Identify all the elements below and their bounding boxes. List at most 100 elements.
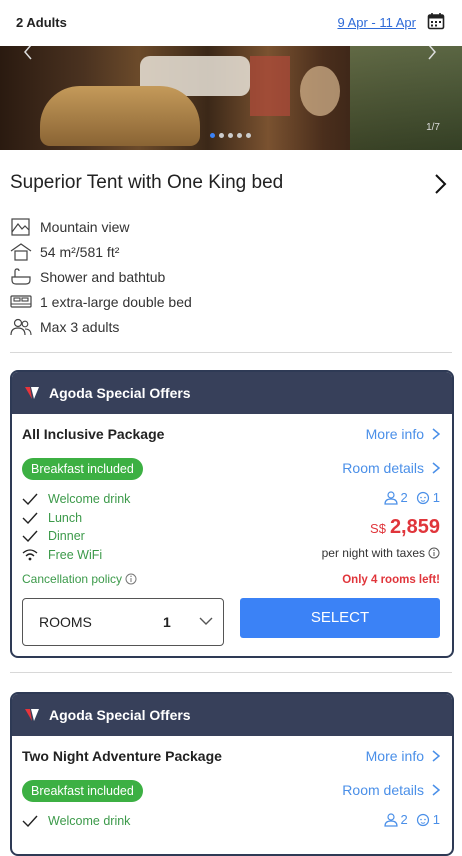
adult-icon [383,812,398,827]
feature-item: 1 extra-large double bed [10,289,192,314]
gallery-next-icon[interactable] [426,46,438,60]
child-icon [416,491,429,504]
gallery-counter: 1/7 [426,122,440,133]
bed-icon [10,294,32,308]
chevron-right-icon [432,750,440,762]
adult-icon [383,490,398,505]
feature-item: Mountain view [10,214,192,239]
chevron-down-icon [199,617,213,625]
house-size-icon [10,242,32,261]
rooms-select[interactable]: ROOMS 1 [22,598,224,646]
top-bar: 2 Adults 9 Apr - 11 Apr [0,0,462,46]
feature-item: 54 m²/581 ft² [10,239,192,264]
gallery-dot[interactable] [237,133,242,138]
feature-item: Max 3 adults [10,314,192,339]
cancellation-policy-link[interactable]: Cancellation policy [22,572,137,586]
select-button[interactable]: SELECT [240,598,440,638]
adults-count: 2 [400,490,408,505]
room-details-link[interactable]: Room details [342,460,440,476]
price-note: per night with taxes [322,546,440,560]
inclusions-list: Welcome drink [22,812,130,831]
feature-item: Shower and bathtub [10,264,192,289]
inclusion-label: Dinner [48,529,85,544]
gallery-dot[interactable] [246,133,251,138]
offer-header-title: Agoda Special Offers [49,385,191,401]
breakfast-badge: Breakfast included [22,458,143,480]
photo-lamp [300,66,340,116]
package-title: Two Night Adventure Package [22,748,222,764]
room-details-link[interactable]: Room details [342,782,440,798]
adults-count: 2 [400,812,408,827]
chevron-right-icon[interactable] [433,172,449,196]
room-title-row[interactable]: Superior Tent with One King bed [0,172,462,198]
check-icon [22,530,38,543]
feature-label: 1 extra-large double bed [40,293,192,310]
breakfast-badge: Breakfast included [22,780,143,802]
inclusion-item: Lunch [22,509,130,528]
feature-label: Max 3 adults [40,318,120,335]
more-info-label: More info [365,426,424,442]
divider [10,352,452,353]
per-night-label: per night with taxes [321,546,425,560]
divider [10,672,452,673]
gallery-dot[interactable] [219,133,224,138]
photo-window [350,46,462,150]
inclusion-item: Welcome drink [22,490,130,509]
agoda-logo-icon [25,709,39,721]
inclusion-label: Free WiFi [48,547,103,562]
calendar-icon[interactable] [427,12,445,30]
guests-label[interactable]: 2 Adults [16,15,67,30]
agoda-logo-icon [25,387,39,399]
rooms-select-value: 1 [163,614,171,630]
room-title: Superior Tent with One King bed [10,172,284,193]
people-icon [10,318,32,335]
gallery-dots [210,133,251,138]
gallery-dot[interactable] [228,133,233,138]
chevron-right-icon [432,784,440,796]
gallery-dot[interactable] [210,133,215,138]
inclusion-item: Free WiFi [22,546,130,565]
mountain-view-icon [11,217,30,236]
room-details-label: Room details [342,782,424,798]
room-features: Mountain view 54 m²/581 ft² Shower and b… [10,214,192,339]
inclusion-label: Lunch [48,510,83,525]
check-icon [22,493,38,506]
inclusion-label: Welcome drink [48,814,131,829]
more-info-link[interactable]: More info [366,426,440,442]
occupancy: 2 1 [383,490,440,505]
photo-bathtub [40,86,200,146]
wifi-icon [22,549,38,561]
photo-decor [250,56,290,116]
room-photo-gallery[interactable]: 1/7 [0,46,462,150]
offer-card: Agoda Special Offers All Inclusive Packa… [10,370,454,658]
info-icon[interactable] [428,547,440,559]
more-info-label: More info [365,748,424,764]
dates-link[interactable]: 9 Apr - 11 Apr [337,15,416,30]
inclusions-list: Welcome drink Lunch Dinner Free WiFi [22,490,130,564]
rooms-select-label: ROOMS [39,614,92,630]
occupancy: 2 1 [383,812,440,827]
feature-label: 54 m²/581 ft² [40,243,120,260]
inclusion-label: Welcome drink [48,492,131,507]
room-details-label: Room details [342,460,424,476]
offer-card: Agoda Special Offers Two Night Adventure… [10,692,454,856]
offer-header-title: Agoda Special Offers [49,707,191,723]
children-count: 1 [432,812,440,827]
package-title: All Inclusive Package [22,426,165,442]
inclusion-item: Dinner [22,527,130,546]
offer-card-header: Agoda Special Offers [12,372,452,414]
feature-label: Mountain view [40,218,130,235]
children-count: 1 [432,490,440,505]
inclusion-item: Welcome drink [22,812,130,831]
feature-label: Shower and bathtub [40,268,166,285]
gallery-prev-icon[interactable] [22,46,34,60]
chevron-right-icon [432,462,440,474]
price-currency: S$ [370,521,386,536]
chevron-right-icon [432,428,440,440]
price: S$ 2,859 [370,516,440,539]
cancellation-label: Cancellation policy [22,572,123,586]
offer-card-header: Agoda Special Offers [12,694,452,736]
more-info-link[interactable]: More info [366,748,440,764]
check-icon [22,815,38,828]
check-icon [22,512,38,524]
